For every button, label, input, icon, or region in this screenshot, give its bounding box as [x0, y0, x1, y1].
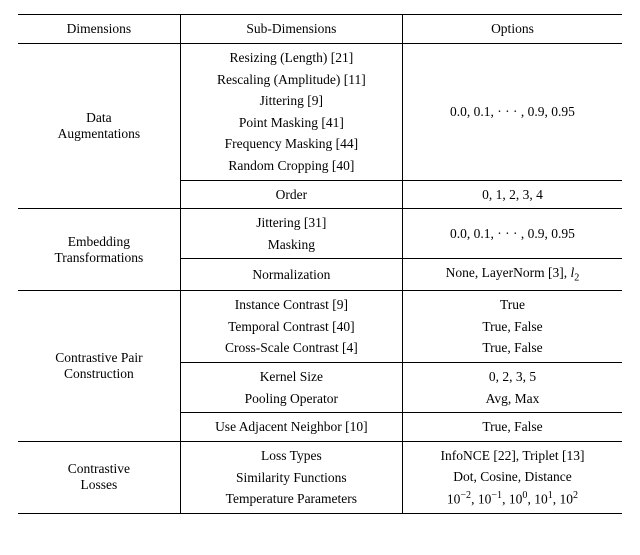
opt-pair-3: True, False: [402, 413, 622, 442]
dim-embed: EmbeddingTransformations: [18, 209, 180, 291]
dim-pair: Contrastive PairConstruction: [18, 291, 180, 442]
sub-pair-2: Kernel SizePooling Operator: [180, 363, 402, 413]
dim-data-aug: DataAugmentations: [18, 44, 180, 209]
opt-pair-2: 0, 2, 3, 5Avg, Max: [402, 363, 622, 413]
sub-embed-1: Jittering [31]Masking: [180, 209, 402, 259]
sub-loss-1: Loss TypesSimilarity FunctionsTemperatur…: [180, 441, 402, 513]
sub-data-aug-1: Resizing (Length) [21]Rescaling (Amplitu…: [180, 44, 402, 181]
header-sub: Sub-Dimensions: [180, 15, 402, 44]
sub-pair-3: Use Adjacent Neighbor [10]: [180, 413, 402, 442]
design-space-table: Dimensions Sub-Dimensions Options DataAu…: [18, 14, 622, 514]
opt-embed-1: 0.0, 0.1, · · · , 0.9, 0.95: [402, 209, 622, 259]
header-options: Options: [402, 15, 622, 44]
opt-data-aug-1: 0.0, 0.1, · · · , 0.9, 0.95: [402, 44, 622, 181]
dim-loss: ContrastiveLosses: [18, 441, 180, 513]
sub-pair-1: Instance Contrast [9]Temporal Contrast […: [180, 291, 402, 363]
opt-embed-2: None, LayerNorm [3], l2: [402, 259, 622, 291]
opt-data-aug-2: 0, 1, 2, 3, 4: [402, 180, 622, 209]
opt-loss-1: InfoNCE [22], Triplet [13]Dot, Cosine, D…: [402, 441, 622, 513]
opt-pair-1: TrueTrue, FalseTrue, False: [402, 291, 622, 363]
sub-embed-2: Normalization: [180, 259, 402, 291]
sub-data-aug-2: Order: [180, 180, 402, 209]
header-dimensions: Dimensions: [18, 15, 180, 44]
